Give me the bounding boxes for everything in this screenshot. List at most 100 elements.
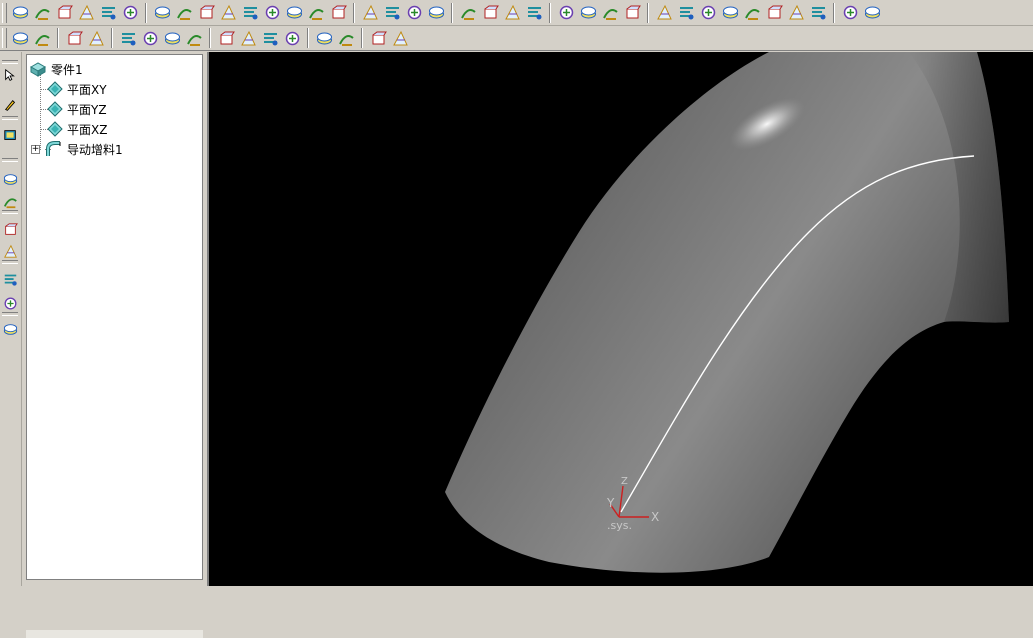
curve-button[interactable]: [458, 3, 478, 23]
feature-toolbar-icons: [0, 0, 883, 25]
layers-button[interactable]: [1, 320, 19, 338]
sketch-toolbar-icons: [0, 26, 411, 50]
split-button[interactable]: [306, 3, 326, 23]
tree-item-label: 平面XZ: [67, 122, 108, 137]
axis-label-z: Z: [621, 476, 628, 487]
dimension-baseline-button[interactable]: [368, 28, 388, 48]
tree-item-plane-xy[interactable]: 平面XY: [47, 80, 107, 98]
sketch-dimension-button[interactable]: [1, 192, 19, 210]
dimension-linear-button[interactable]: [216, 28, 236, 48]
fillet-button[interactable]: [152, 3, 172, 23]
spline-button[interactable]: [480, 3, 500, 23]
constraint-tangent-button[interactable]: [86, 28, 106, 48]
surface-loft-button[interactable]: [426, 3, 446, 23]
chamfer-button[interactable]: [174, 3, 194, 23]
pattern-button[interactable]: [240, 3, 260, 23]
spline-icon: [484, 5, 499, 19]
shell-button[interactable]: [196, 3, 216, 23]
constraint-perpendicular-button[interactable]: [64, 28, 84, 48]
dimension-symmetric-icon: [316, 32, 332, 44]
coordinate-system-button[interactable]: [622, 3, 642, 23]
datum-point-icon: [602, 9, 618, 20]
tree-item-sweep[interactable]: + 导动增料1: [31, 140, 123, 158]
dimension-radial-button[interactable]: [260, 28, 280, 48]
feature-tree: 零件1 平面XY 平面YZ 平面XZ + 导动增料1: [26, 54, 203, 580]
extend-button[interactable]: [742, 3, 762, 23]
sketch-dimension-icon: [3, 197, 17, 208]
sketch-mirror-button[interactable]: [1, 270, 19, 288]
dimension-chain-button[interactable]: [336, 28, 356, 48]
coordinate-system-name: .sys.: [607, 519, 632, 532]
helix-button[interactable]: [502, 3, 522, 23]
surface-revolve-button[interactable]: [382, 3, 402, 23]
sketch-trim-button[interactable]: [1, 220, 19, 238]
datum-axis-button[interactable]: [578, 3, 598, 23]
offset-icon: [768, 5, 783, 19]
render-button[interactable]: [862, 3, 882, 23]
draft-button[interactable]: [218, 3, 238, 23]
constraint-perpendicular-icon: [68, 31, 83, 44]
fillet-icon: [154, 6, 170, 19]
sweep-button[interactable]: [54, 3, 74, 23]
stitch-button[interactable]: [808, 3, 828, 23]
dimension-radial-icon: [263, 32, 277, 45]
constraint-fix-button[interactable]: [184, 28, 204, 48]
dimension-symmetric-button[interactable]: [314, 28, 334, 48]
dimension-diameter-button[interactable]: [282, 28, 302, 48]
constraint-parallel-button[interactable]: [118, 28, 138, 48]
plane-icon: [47, 81, 63, 97]
toolbar-grip[interactable]: [2, 28, 7, 48]
tree-item-plane-xz[interactable]: 平面XZ: [47, 120, 107, 138]
feature-tree-panel: 零件1 平面XY 平面YZ 平面XZ + 导动增料1: [24, 52, 207, 638]
tree-root-part[interactable]: 零件1: [29, 60, 83, 78]
tree-item-label: 平面XY: [67, 82, 107, 97]
surface-extrude-button[interactable]: [360, 3, 380, 23]
rib-icon: [101, 7, 115, 20]
measure-button[interactable]: [654, 3, 674, 23]
intersect-button[interactable]: [786, 3, 806, 23]
loft-button[interactable]: [76, 3, 96, 23]
thicken-button[interactable]: [284, 3, 304, 23]
sketch-offset-button[interactable]: [1, 294, 19, 312]
face-offset-button[interactable]: [328, 3, 348, 23]
expand-toggle-icon[interactable]: +: [31, 144, 40, 154]
sketch-offset-icon: [4, 297, 16, 309]
dimension-angular-button[interactable]: [238, 28, 258, 48]
project-curve-icon: [527, 7, 541, 20]
hatch-button[interactable]: [698, 3, 718, 23]
dimension-ordinate-button[interactable]: [390, 28, 410, 48]
surface-sweep-button[interactable]: [404, 3, 424, 23]
tree-item-label: 导动增料1: [67, 142, 123, 157]
datum-plane-button[interactable]: [556, 3, 576, 23]
select-arrow-icon: [4, 68, 15, 81]
sketch-arc-button[interactable]: [32, 28, 52, 48]
toolbar-grip[interactable]: [2, 2, 7, 23]
section-button[interactable]: [676, 3, 696, 23]
tree-horizontal-scrollbar[interactable]: [26, 630, 203, 638]
trim-button[interactable]: [720, 3, 740, 23]
3d-viewport[interactable]: X Y Z .sys.: [209, 52, 1033, 586]
select-arrow-button[interactable]: [1, 66, 19, 84]
parameters-button[interactable]: [1, 126, 19, 144]
sketch-constraint-button[interactable]: [1, 170, 19, 188]
swept-pipe-surface[interactable]: [445, 52, 1009, 573]
tree-root-label: 零件1: [51, 62, 83, 77]
analysis-button[interactable]: [840, 3, 860, 23]
dimension-linear-icon: [220, 31, 235, 44]
rib-button[interactable]: [98, 3, 118, 23]
extrude-button[interactable]: [10, 3, 30, 23]
sketch-edit-button[interactable]: [1, 242, 19, 260]
project-curve-button[interactable]: [524, 3, 544, 23]
constraint-equal-button[interactable]: [162, 28, 182, 48]
sketch-line-button[interactable]: [10, 28, 30, 48]
mirror-button[interactable]: [262, 3, 282, 23]
tree-item-plane-yz[interactable]: 平面YZ: [47, 100, 107, 118]
hole-button[interactable]: [120, 3, 140, 23]
datum-point-button[interactable]: [600, 3, 620, 23]
sketch-trim-icon: [4, 222, 18, 235]
constraint-coincident-button[interactable]: [140, 28, 160, 48]
offset-button[interactable]: [764, 3, 784, 23]
revolve-button[interactable]: [32, 3, 52, 23]
measure-icon: [656, 4, 672, 20]
pencil-button[interactable]: [1, 96, 19, 114]
